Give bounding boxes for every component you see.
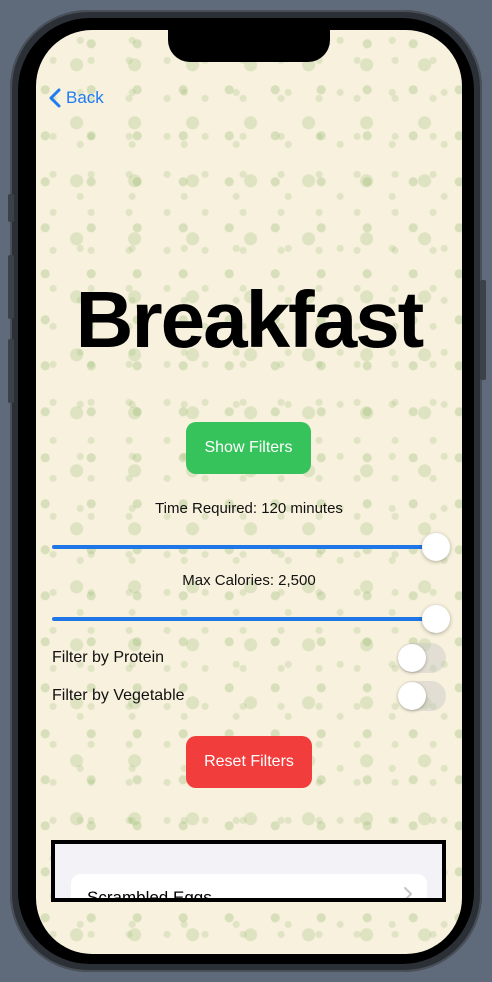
chevron-right-icon <box>404 887 412 898</box>
list-item[interactable]: Scrambled Eggs <box>71 874 427 902</box>
time-slider-thumb[interactable] <box>422 533 450 561</box>
protein-filter-label: Filter by Protein <box>52 649 165 666</box>
notch <box>168 20 330 62</box>
silent-switch <box>8 194 14 222</box>
reset-filters-button[interactable]: Reset Filters <box>186 736 312 788</box>
app-screen <box>36 30 462 954</box>
vegetable-filter-toggle[interactable] <box>398 681 446 711</box>
protein-toggle-knob <box>398 644 426 672</box>
back-button[interactable]: Back <box>48 86 104 110</box>
page-title: Breakfast <box>75 275 425 364</box>
time-required-label: Time Required: 120 minutes <box>155 500 343 517</box>
back-chevron-icon <box>49 88 61 108</box>
protein-filter-row: Filter by Protein <box>52 643 446 675</box>
vegetable-filter-row: Filter by Vegetable <box>52 681 446 713</box>
calories-slider-thumb[interactable] <box>422 605 450 633</box>
protein-filter-toggle[interactable] <box>398 643 446 673</box>
show-filters-button[interactable]: Show Filters <box>186 422 311 474</box>
time-slider-track[interactable] <box>52 545 442 549</box>
volume-up-button <box>8 255 14 319</box>
vegetable-toggle-knob <box>398 682 426 710</box>
power-button <box>480 280 486 380</box>
calories-slider-track[interactable] <box>52 617 442 621</box>
recipe-list: Scrambled Eggs <box>51 840 446 902</box>
recipe-name: Scrambled Eggs <box>87 888 212 902</box>
vegetable-filter-label: Filter by Vegetable <box>52 687 185 704</box>
max-calories-label: Max Calories: 2,500 <box>182 572 316 589</box>
back-label: Back <box>66 88 104 107</box>
volume-down-button <box>8 339 14 403</box>
